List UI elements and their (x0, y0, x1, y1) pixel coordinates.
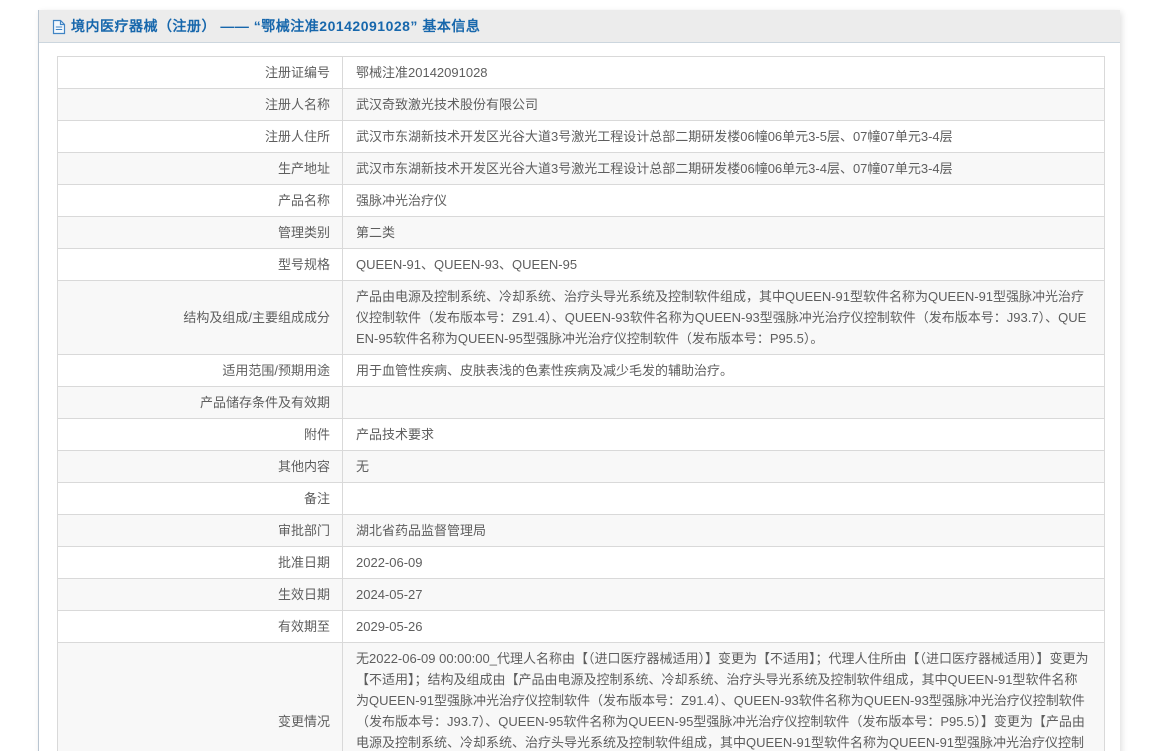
row-value: 用于血管性疾病、皮肤表浅的色素性疾病及减少毛发的辅助治疗。 (342, 354, 1105, 387)
table-row: 生产地址 武汉市东湖新技术开发区光谷大道3号激光工程设计总部二期研发楼06幢06… (57, 152, 1105, 185)
row-value: 产品由电源及控制系统、冷却系统、治疗头导光系统及控制软件组成，其中QUEEN-9… (342, 280, 1105, 355)
row-label: 管理类别 (57, 216, 343, 249)
row-label: 审批部门 (57, 514, 343, 547)
row-value: 无 (342, 450, 1105, 483)
document-icon (52, 19, 66, 35)
row-value: 鄂械注准20142091028 (342, 56, 1105, 89)
page-title: 境内医疗器械（注册） —— “鄂械注准20142091028” 基本信息 (71, 18, 481, 34)
row-value (342, 386, 1105, 419)
row-value: 2022-06-09 (342, 546, 1105, 579)
row-value: 湖北省药品监督管理局 (342, 514, 1105, 547)
registration-info-table: 注册证编号 鄂械注准20142091028 注册人名称 武汉奇致激光技术股份有限… (57, 56, 1105, 751)
table-row: 适用范围/预期用途 用于血管性疾病、皮肤表浅的色素性疾病及减少毛发的辅助治疗。 (57, 354, 1105, 387)
table-row: 备注 (57, 482, 1105, 515)
row-label: 生产地址 (57, 152, 343, 185)
table-row: 注册证编号 鄂械注准20142091028 (57, 56, 1105, 89)
row-label: 其他内容 (57, 450, 343, 483)
row-label: 适用范围/预期用途 (57, 354, 343, 387)
row-label: 批准日期 (57, 546, 343, 579)
table-row: 产品储存条件及有效期 (57, 386, 1105, 419)
table-row: 型号规格 QUEEN-91、QUEEN-93、QUEEN-95 (57, 248, 1105, 281)
row-value: 第二类 (342, 216, 1105, 249)
table-row: 审批部门 湖北省药品监督管理局 (57, 514, 1105, 547)
table-row: 附件 产品技术要求 (57, 418, 1105, 451)
row-value: 无2022-06-09 00:00:00_代理人名称由【（进口医疗器械适用）】变… (342, 642, 1105, 751)
row-label: 生效日期 (57, 578, 343, 611)
table-row: 结构及组成/主要组成成分 产品由电源及控制系统、冷却系统、治疗头导光系统及控制软… (57, 280, 1105, 355)
row-label: 注册人名称 (57, 88, 343, 121)
row-label: 产品名称 (57, 184, 343, 217)
table-row: 批准日期 2022-06-09 (57, 546, 1105, 579)
table-row: 变更情况 无2022-06-09 00:00:00_代理人名称由【（进口医疗器械… (57, 642, 1105, 751)
row-label: 备注 (57, 482, 343, 515)
panel-header: 境内医疗器械（注册） —— “鄂械注准20142091028” 基本信息 (39, 10, 1120, 43)
registration-panel: 境内医疗器械（注册） —— “鄂械注准20142091028” 基本信息 注册证… (38, 10, 1120, 751)
row-label: 变更情况 (57, 642, 343, 751)
row-label: 有效期至 (57, 610, 343, 643)
row-value: 武汉市东湖新技术开发区光谷大道3号激光工程设计总部二期研发楼06幢06单元3-4… (342, 152, 1105, 185)
page: 境内医疗器械（注册） —— “鄂械注准20142091028” 基本信息 注册证… (0, 0, 1169, 751)
row-label: 注册证编号 (57, 56, 343, 89)
row-label: 附件 (57, 418, 343, 451)
row-value: QUEEN-91、QUEEN-93、QUEEN-95 (342, 248, 1105, 281)
row-value: 武汉奇致激光技术股份有限公司 (342, 88, 1105, 121)
row-value (342, 482, 1105, 515)
row-value: 武汉市东湖新技术开发区光谷大道3号激光工程设计总部二期研发楼06幢06单元3-5… (342, 120, 1105, 153)
row-value: 2024-05-27 (342, 578, 1105, 611)
table-row: 生效日期 2024-05-27 (57, 578, 1105, 611)
row-label: 注册人住所 (57, 120, 343, 153)
table-row: 管理类别 第二类 (57, 216, 1105, 249)
row-label: 结构及组成/主要组成成分 (57, 280, 343, 355)
row-value: 强脉冲光治疗仪 (342, 184, 1105, 217)
row-label: 产品储存条件及有效期 (57, 386, 343, 419)
table-row: 产品名称 强脉冲光治疗仪 (57, 184, 1105, 217)
row-value: 产品技术要求 (342, 418, 1105, 451)
row-value: 2029-05-26 (342, 610, 1105, 643)
row-label: 型号规格 (57, 248, 343, 281)
table-row: 有效期至 2029-05-26 (57, 610, 1105, 643)
table-row: 其他内容 无 (57, 450, 1105, 483)
table-row: 注册人名称 武汉奇致激光技术股份有限公司 (57, 88, 1105, 121)
panel-body: 注册证编号 鄂械注准20142091028 注册人名称 武汉奇致激光技术股份有限… (39, 43, 1120, 751)
table-row: 注册人住所 武汉市东湖新技术开发区光谷大道3号激光工程设计总部二期研发楼06幢0… (57, 120, 1105, 153)
